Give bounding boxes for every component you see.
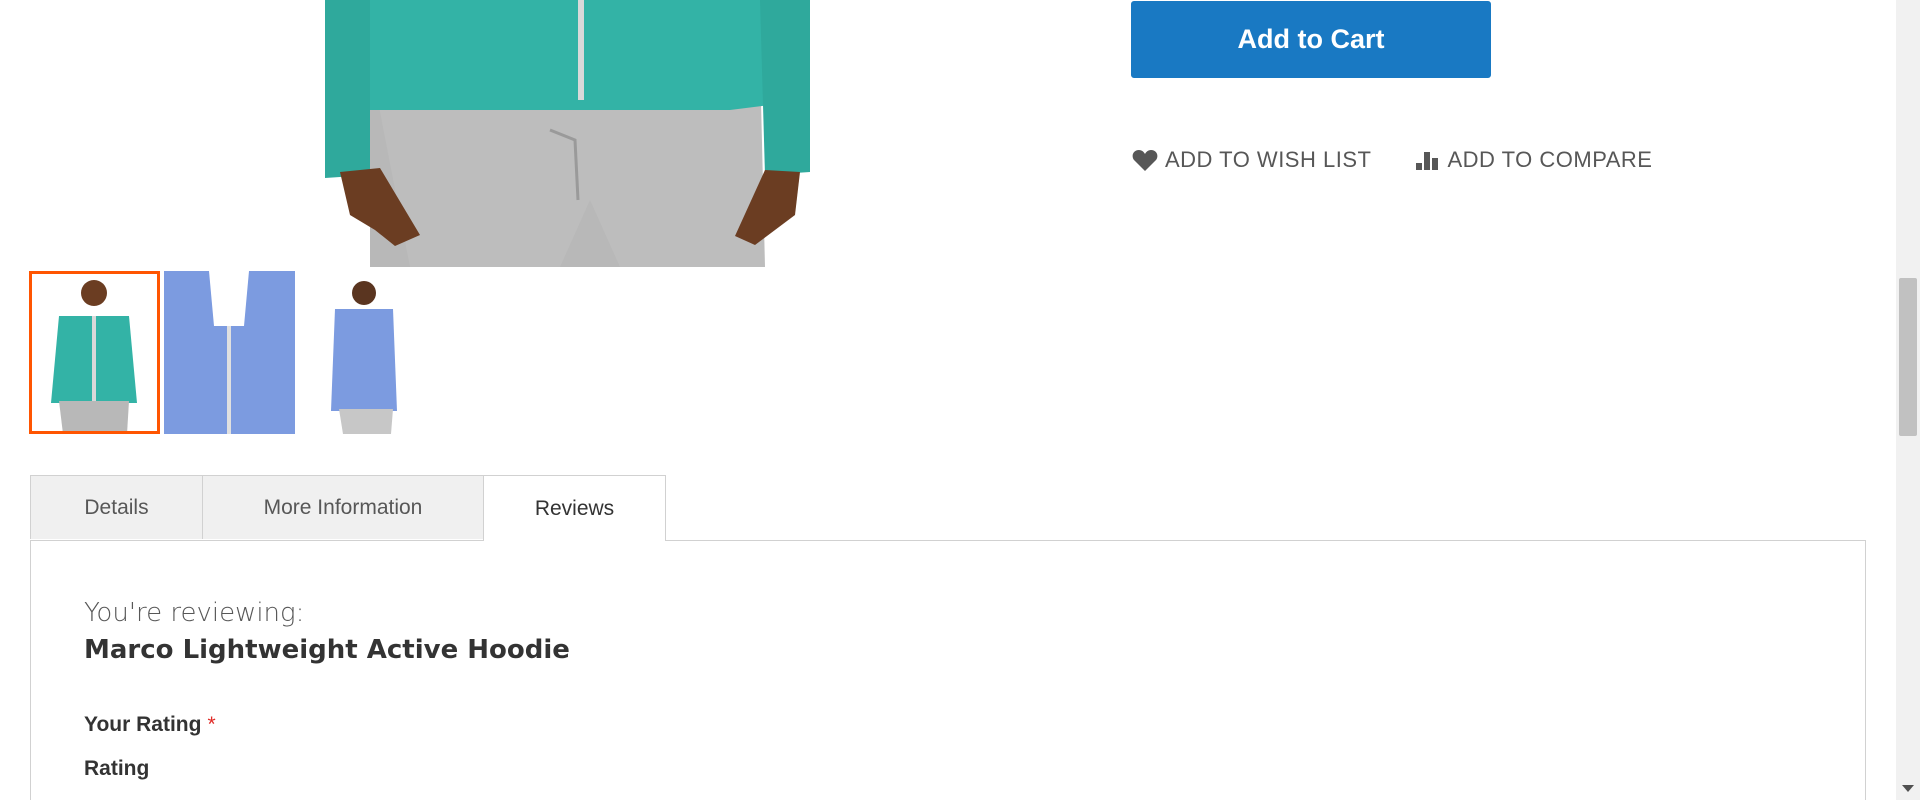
tab-details[interactable]: Details bbox=[30, 475, 203, 539]
wishlist-label: ADD TO WISH LIST bbox=[1165, 147, 1372, 172]
add-to-cart-button[interactable]: Add to Cart bbox=[1131, 1, 1491, 78]
scrollbar-thumb[interactable] bbox=[1899, 278, 1917, 436]
your-rating-label: Your Rating * bbox=[84, 713, 216, 737]
compare-label: ADD TO COMPARE bbox=[1447, 147, 1653, 172]
heart-icon bbox=[1131, 146, 1159, 174]
product-info-tabs: Details More Information Reviews You're … bbox=[30, 475, 1866, 800]
thumbnail-back-blue[interactable] bbox=[299, 271, 430, 434]
add-to-compare-link[interactable]: ADD TO COMPARE bbox=[1413, 146, 1652, 174]
tab-reviews[interactable]: Reviews bbox=[483, 475, 666, 541]
reviewing-label: You're reviewing: bbox=[84, 598, 305, 628]
your-rating-text: Your Rating bbox=[84, 713, 202, 736]
product-main-image[interactable] bbox=[30, 0, 1080, 267]
product-social-links: ADD TO WISH LIST ADD TO COMPARE bbox=[1131, 146, 1695, 174]
tab-strip: Details More Information Reviews bbox=[30, 475, 666, 541]
page-scrollbar[interactable] bbox=[1896, 0, 1920, 800]
thumbnail-front-teal[interactable] bbox=[29, 271, 160, 434]
thumbnail-closeup-blue[interactable] bbox=[164, 271, 295, 434]
rating-label: Rating bbox=[84, 757, 150, 780]
required-marker: * bbox=[207, 713, 216, 736]
tab-more-information[interactable]: More Information bbox=[202, 475, 484, 539]
bar-chart-icon bbox=[1413, 146, 1441, 174]
review-product-name: Marco Lightweight Active Hoodie bbox=[84, 635, 570, 665]
add-to-wishlist-link[interactable]: ADD TO WISH LIST bbox=[1131, 146, 1371, 174]
reviews-panel: You're reviewing: Marco Lightweight Acti… bbox=[30, 540, 1866, 800]
scroll-down-arrow-icon[interactable] bbox=[1902, 785, 1914, 792]
